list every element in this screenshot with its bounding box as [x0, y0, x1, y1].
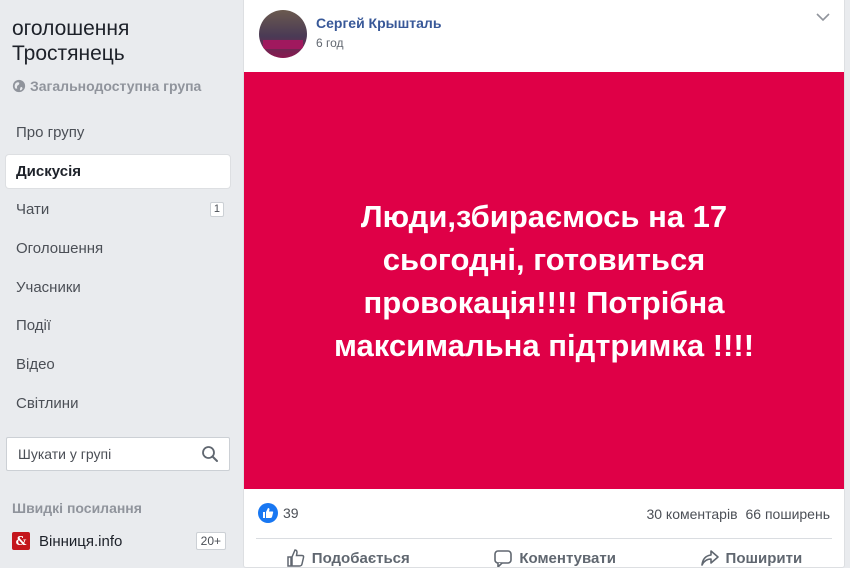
nav-item-label: Чати	[16, 201, 50, 219]
chats-count-badge: 1	[209, 202, 224, 218]
engagement-counts: 30 коментарів 66 поширень	[646, 506, 830, 522]
group-title[interactable]: оголошення Тростянець	[12, 16, 129, 66]
like-button[interactable]: Подобається	[286, 548, 410, 567]
group-privacy: Загальнодоступна група	[12, 78, 201, 94]
search-icon[interactable]	[201, 445, 219, 463]
nav-item-chats[interactable]: Чати 1	[6, 193, 230, 226]
vinnytsia-info-logo-icon: &	[12, 532, 30, 550]
nav-item-videos[interactable]: Відео	[6, 348, 230, 381]
quick-link-label: Вінниця.info	[39, 532, 123, 550]
comment-icon	[494, 550, 513, 567]
post-actions-bar: Подобається Коментувати Поширити	[244, 548, 844, 567]
post-banner-text: Люди,збираємось на 17 сьогодні, готовить…	[284, 195, 804, 367]
banner-line: провокація!!!! Потрібна	[363, 284, 725, 320]
avatar-banner-decoration	[263, 40, 303, 49]
quick-links-title: Швидкі посилання	[12, 500, 142, 516]
actions-divider	[256, 538, 832, 539]
share-icon	[700, 550, 719, 566]
post-card: Сергей Крышталь 6 год Люди,збираємось на…	[243, 0, 845, 568]
quick-link-vinnytsia-info[interactable]: & Вінниця.info 20+	[12, 530, 226, 552]
group-title-line-1[interactable]: оголошення	[12, 16, 129, 41]
nav-item-label: Учасники	[16, 278, 81, 296]
banner-line: сьогодні, готовиться	[382, 241, 706, 277]
globe-icon	[12, 79, 26, 93]
nav-item-announcements[interactable]: Оголошення	[6, 232, 230, 265]
nav-item-discussion[interactable]: Дискусія	[6, 154, 230, 188]
author-avatar[interactable]	[259, 10, 307, 58]
group-privacy-label: Загальнодоступна група	[30, 78, 202, 94]
group-search-input[interactable]	[16, 445, 201, 463]
quick-link-count-badge: 20+	[195, 532, 226, 550]
group-title-line-2[interactable]: Тростянець	[12, 41, 129, 66]
banner-line: максимальна підтримка !!!!	[333, 327, 755, 363]
share-button[interactable]: Поширити	[700, 548, 803, 567]
reactions-count: 39	[283, 505, 299, 521]
nav-item-label: Світлини	[16, 394, 79, 412]
group-search-box	[6, 437, 230, 471]
group-sidebar: оголошення Тростянець Загальнодоступна г…	[0, 0, 240, 568]
post-author[interactable]: Сергей Крышталь	[316, 15, 441, 31]
shares-count[interactable]: 66 поширень	[746, 506, 830, 522]
reactions-summary[interactable]: 39	[258, 503, 299, 523]
group-nav: Про групу Дискусія Чати 1 Оголошення Уча…	[6, 116, 230, 426]
post-timestamp[interactable]: 6 год	[316, 36, 344, 50]
comment-button[interactable]: Коментувати	[493, 548, 616, 567]
nav-item-label: Про групу	[16, 124, 85, 141]
like-button-label: Подобається	[311, 549, 410, 567]
nav-item-photos[interactable]: Світлини	[6, 387, 230, 420]
banner-line: Люди,збираємось на 17	[360, 198, 728, 234]
comments-count[interactable]: 30 коментарів	[646, 506, 737, 522]
nav-item-label: Оголошення	[16, 240, 104, 258]
nav-item-label: Відео	[16, 356, 55, 374]
nav-item-label: Дискусія	[16, 162, 81, 180]
post-text-banner: Люди,збираємось на 17 сьогодні, готовить…	[244, 72, 844, 489]
nav-item-label: Події	[16, 317, 52, 335]
thumbs-up-icon	[287, 549, 305, 567]
nav-item-about[interactable]: Про групу	[6, 116, 230, 149]
nav-item-members[interactable]: Учасники	[6, 271, 230, 304]
share-button-label: Поширити	[725, 549, 803, 567]
nav-item-events[interactable]: Події	[6, 309, 230, 342]
comment-button-label: Коментувати	[519, 549, 616, 567]
like-reaction-icon	[258, 503, 278, 523]
chevron-down-icon[interactable]	[816, 12, 830, 22]
